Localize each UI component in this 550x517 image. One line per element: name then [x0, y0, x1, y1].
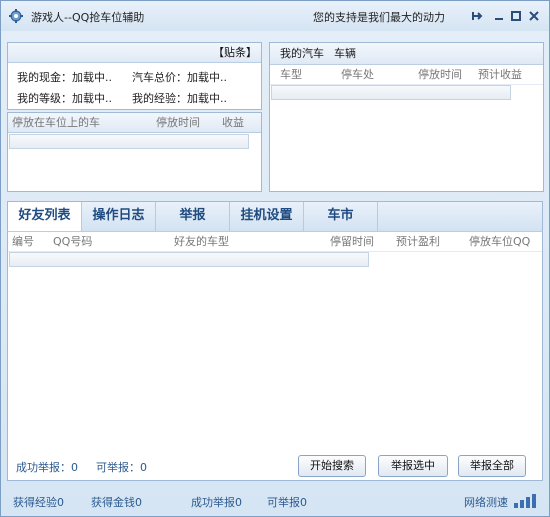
my-cars-header: 我的汽车 车辆 [270, 43, 543, 65]
friends-table-panel: 编号 QQ号码 好友的车型 停留时间 预计盈利 停放车位QQ 成功举报：0 可举… [7, 231, 543, 481]
slogan-text: 您的支持是我们最大的动力 [313, 11, 445, 24]
horizontal-scrollbar[interactable] [9, 252, 369, 267]
horizontal-scrollbar[interactable] [9, 134, 249, 149]
column-header[interactable]: 收益 [222, 113, 244, 133]
my-cars-subtitle: 车辆 [334, 47, 356, 60]
column-header[interactable]: 编号 [12, 232, 34, 252]
net-speed-test-link[interactable]: 网络测速 [464, 494, 508, 510]
account-info-panel: 【贴条】 我的现金：加载中.. 汽车总价：加载中.. 我的等级：加载中.. 我的… [7, 42, 262, 110]
tab-friend-list[interactable]: 好友列表 [8, 202, 82, 232]
column-header[interactable]: 停放在车位上的车 [12, 113, 100, 133]
my-parking-panel: 停放在车位上的车 停放时间 收益 [7, 112, 262, 192]
tab-car-market[interactable]: 车市 [304, 202, 378, 231]
main-tab-bar: 好友列表 操作日志 举报 挂机设置 车市 [7, 201, 543, 232]
column-header[interactable]: 停留时间 [330, 232, 374, 252]
start-search-button[interactable]: 开始搜索 [298, 455, 366, 477]
column-header[interactable]: 好友的车型 [174, 232, 229, 252]
tab-idle-settings[interactable]: 挂机设置 [230, 202, 304, 231]
column-header[interactable]: 停放车位QQ [469, 232, 530, 252]
column-header[interactable]: 停放时间 [418, 65, 462, 85]
exp-label: 我的经验：加载中.. [132, 92, 227, 105]
minimize-icon[interactable] [493, 10, 505, 22]
my-cars-column-row: 车型 停车处 停放时间 预计收益 [270, 65, 543, 85]
column-header[interactable]: 车型 [280, 65, 302, 85]
column-header[interactable]: 预计收益 [478, 65, 522, 85]
report-all-button[interactable]: 举报全部 [458, 455, 526, 477]
app-logo-icon [9, 9, 23, 23]
account-info-header: 【贴条】 [8, 43, 261, 63]
friends-table-header: 编号 QQ号码 好友的车型 停留时间 预计盈利 停放车位QQ [8, 232, 542, 252]
column-header[interactable]: 预计盈利 [396, 232, 440, 252]
exp-gained-text: 获得经验0 [13, 496, 64, 509]
success-report-count: 成功举报0 [191, 496, 242, 509]
level-label: 我的等级：加载中.. [17, 92, 112, 105]
tab-report[interactable]: 举报 [156, 202, 230, 231]
available-report-count: 可举报0 [267, 496, 307, 509]
tab-operation-log[interactable]: 操作日志 [82, 202, 156, 231]
my-cars-panel: 我的汽车 车辆 车型 停车处 停放时间 预计收益 [269, 42, 544, 192]
money-gained-text: 获得金钱0 [91, 496, 142, 509]
window-title: 游戏人--QQ抢车位辅助 [31, 11, 145, 24]
column-header[interactable]: 停车处 [341, 65, 374, 85]
close-icon[interactable] [528, 10, 540, 22]
signal-strength-icon [514, 494, 536, 508]
my-parking-header: 停放在车位上的车 停放时间 收益 [8, 113, 261, 133]
maximize-icon[interactable] [510, 10, 522, 22]
column-header[interactable]: QQ号码 [53, 232, 92, 252]
cash-label: 我的现金：加载中.. [17, 71, 112, 84]
report-selected-button[interactable]: 举报选中 [378, 455, 448, 477]
car-total-label: 汽车总价：加载中.. [132, 71, 227, 84]
pin-icon[interactable] [471, 10, 483, 22]
horizontal-scrollbar[interactable] [271, 85, 511, 100]
my-cars-title: 我的汽车 [280, 47, 324, 60]
app-window: 游戏人--QQ抢车位辅助 您的支持是我们最大的动力 【贴条】 我的现金：加载中.… [0, 0, 550, 517]
title-bar: 游戏人--QQ抢车位辅助 您的支持是我们最大的动力 [1, 1, 549, 31]
available-report-status: 可举报：0 [96, 461, 147, 474]
success-report-status: 成功举报：0 [16, 461, 78, 474]
column-header[interactable]: 停放时间 [156, 113, 200, 133]
sticker-link[interactable]: 【贴条】 [213, 43, 257, 63]
